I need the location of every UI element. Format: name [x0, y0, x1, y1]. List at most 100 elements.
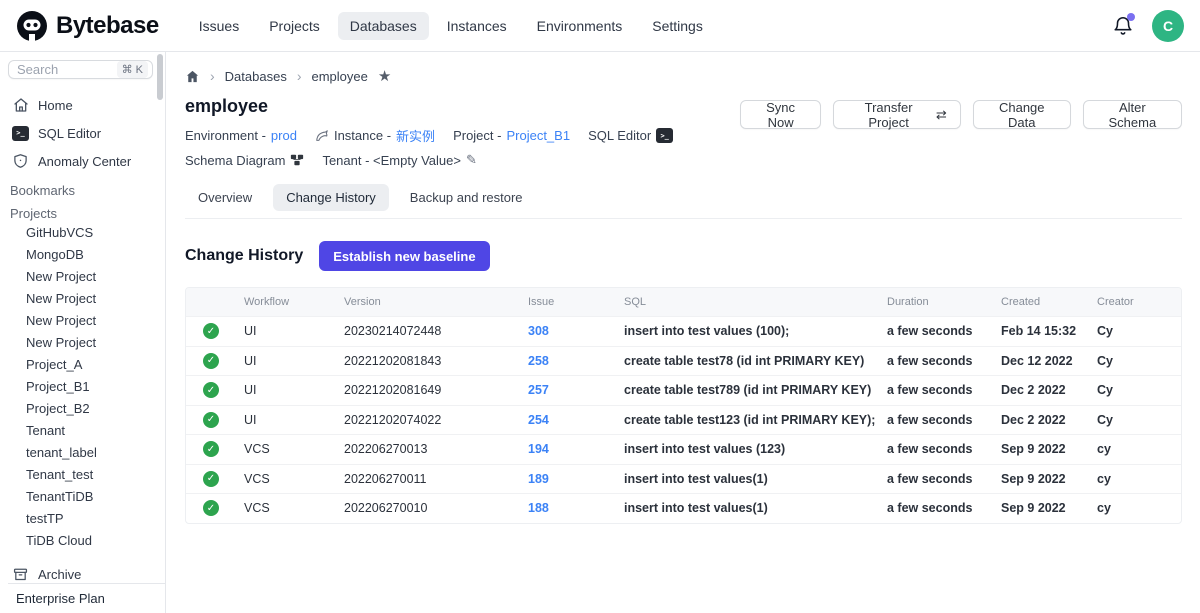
workflow-cell: VCS	[244, 501, 344, 515]
issue-link[interactable]: 189	[528, 472, 624, 486]
issue-link[interactable]: 254	[528, 413, 624, 427]
topnav-item-settings[interactable]: Settings	[640, 12, 715, 40]
database-meta: Environment - prod Instance - 新实例 Projec…	[185, 126, 740, 168]
main-content: › Databases › employee ★ employee Enviro…	[166, 52, 1200, 613]
created-cell: Dec 2 2022	[1001, 413, 1097, 427]
bookmarks-section-label: Bookmarks	[8, 183, 165, 198]
sidebar-item-home[interactable]: Home	[8, 91, 165, 119]
schema-diagram-label: Schema Diagram	[185, 153, 285, 168]
issue-link[interactable]: 188	[528, 501, 624, 515]
breadcrumb-item-employee[interactable]: employee	[312, 69, 368, 84]
tab-backup-and-restore[interactable]: Backup and restore	[397, 184, 536, 211]
sidebar-project-item[interactable]: New Project	[8, 309, 165, 331]
workflow-cell: UI	[244, 354, 344, 368]
sidebar-project-item[interactable]: GitHubVCS	[8, 221, 165, 243]
tab-overview[interactable]: Overview	[185, 184, 265, 211]
issue-link[interactable]: 194	[528, 442, 624, 456]
sql-cell: create table test123 (id int PRIMARY KEY…	[624, 413, 887, 427]
sidebar-scrollbar[interactable]	[157, 54, 163, 573]
sidebar-project-item[interactable]: tenant_label	[8, 441, 165, 463]
sidebar: ⌘ K Home >_ SQL Editor Anomaly Center Bo…	[0, 52, 166, 613]
bytebase-logo[interactable]: Bytebase	[16, 10, 159, 42]
schema-diagram-icon	[290, 153, 304, 167]
table-row[interactable]: ✓UI20221202081649257create table test789…	[186, 375, 1181, 405]
establish-baseline-button[interactable]: Establish new baseline	[319, 241, 489, 271]
meta-project: Project - Project_B1	[453, 126, 570, 145]
sql-editor-link[interactable]: SQL Editor >_	[588, 126, 673, 145]
sidebar-project-item[interactable]: testTP	[8, 507, 165, 529]
instance-link[interactable]: 新实例	[396, 126, 435, 145]
schema-diagram-link[interactable]: Schema Diagram	[185, 152, 304, 168]
column-header-sql: SQL	[624, 296, 887, 308]
tenant-label: Tenant - <Empty Value>	[322, 153, 461, 168]
sidebar-item-label: Home	[38, 98, 73, 113]
environment-link[interactable]: prod	[271, 128, 297, 143]
change-data-button[interactable]: Change Data	[973, 100, 1071, 129]
edit-pencil-icon[interactable]: ✎	[466, 152, 477, 168]
sidebar-project-item[interactable]: New Project	[8, 265, 165, 287]
sync-now-button[interactable]: Sync Now	[740, 100, 821, 129]
sidebar-project-item[interactable]: Tenant_test	[8, 463, 165, 485]
page-head-left: employee Environment - prod Instance - 新…	[185, 96, 740, 168]
sidebar-item-archive[interactable]: Archive	[8, 565, 165, 583]
creator-cell: Cy	[1097, 383, 1181, 397]
scrollbar-thumb[interactable]	[157, 54, 163, 100]
sidebar-item-anomaly-center[interactable]: Anomaly Center	[8, 147, 165, 175]
tab-change-history[interactable]: Change History	[273, 184, 389, 211]
meta-instance: Instance - 新实例	[315, 126, 435, 145]
project-link[interactable]: Project_B1	[506, 128, 570, 143]
table-row[interactable]: ✓UI20230214072448308insert into test val…	[186, 316, 1181, 346]
sidebar-item-sql-editor[interactable]: >_ SQL Editor	[8, 119, 165, 147]
created-cell: Feb 14 15:32	[1001, 324, 1097, 338]
sidebar-project-item[interactable]: TenantTiDB	[8, 485, 165, 507]
sidebar-project-item[interactable]: Project_B2	[8, 397, 165, 419]
version-cell: 202206270011	[344, 472, 528, 486]
sidebar-project-item[interactable]: Tenant	[8, 419, 165, 441]
notification-bell-icon[interactable]	[1112, 15, 1134, 37]
issue-link[interactable]: 308	[528, 324, 624, 338]
sidebar-project-item[interactable]: New Project	[8, 287, 165, 309]
alter-schema-button[interactable]: Alter Schema	[1083, 100, 1182, 129]
status-cell: ✓	[186, 353, 244, 369]
sql-cell: insert into test values(1)	[624, 472, 887, 486]
status-cell: ✓	[186, 471, 244, 487]
topnav-item-databases[interactable]: Databases	[338, 12, 429, 40]
bookmark-star-icon[interactable]: ★	[378, 67, 391, 85]
duration-cell: a few seconds	[887, 442, 1001, 456]
sidebar-project-item[interactable]: TiDB Cloud	[8, 529, 165, 551]
workflow-cell: UI	[244, 324, 344, 338]
table-row[interactable]: ✓VCS202206270011189insert into test valu…	[186, 464, 1181, 494]
topnav-item-environments[interactable]: Environments	[525, 12, 635, 40]
success-check-icon: ✓	[203, 323, 219, 339]
creator-cell: cy	[1097, 501, 1181, 515]
table-row[interactable]: ✓VCS202206270013194insert into test valu…	[186, 434, 1181, 464]
user-avatar[interactable]: C	[1152, 10, 1184, 42]
terminal-icon: >_	[12, 126, 29, 141]
search-input[interactable]	[17, 62, 117, 77]
page-title: employee	[185, 96, 740, 117]
workflow-cell: UI	[244, 383, 344, 397]
issue-link[interactable]: 257	[528, 383, 624, 397]
topnav-item-issues[interactable]: Issues	[187, 12, 251, 40]
table-row[interactable]: ✓VCS202206270010188insert into test valu…	[186, 493, 1181, 523]
sidebar-project-item[interactable]: New Project	[8, 331, 165, 353]
sidebar-project-item[interactable]: MongoDB	[8, 243, 165, 265]
sidebar-project-item[interactable]: Project_B1	[8, 375, 165, 397]
sidebar-project-item[interactable]: Project_A	[8, 353, 165, 375]
status-cell: ✓	[186, 412, 244, 428]
breadcrumb-item-databases[interactable]: Databases	[225, 69, 287, 84]
transfer-project-button[interactable]: Transfer Project⇄	[833, 100, 960, 129]
sql-cell: insert into test values(1)	[624, 501, 887, 515]
search-box[interactable]: ⌘ K	[8, 60, 153, 79]
project-label: Project -	[453, 128, 501, 143]
sidebar-item-label: Archive	[38, 567, 81, 582]
tab-bar: Overview Change History Backup and restore	[185, 184, 1182, 219]
table-row[interactable]: ✓UI20221202074022254create table test123…	[186, 405, 1181, 435]
table-row[interactable]: ✓UI20221202081843258create table test78 …	[186, 346, 1181, 376]
topnav-item-instances[interactable]: Instances	[435, 12, 519, 40]
issue-link[interactable]: 258	[528, 354, 624, 368]
sidebar-item-label: Anomaly Center	[38, 154, 131, 169]
brand-name: Bytebase	[56, 12, 159, 40]
topnav-item-projects[interactable]: Projects	[257, 12, 332, 40]
home-breadcrumb-icon[interactable]	[185, 69, 200, 84]
